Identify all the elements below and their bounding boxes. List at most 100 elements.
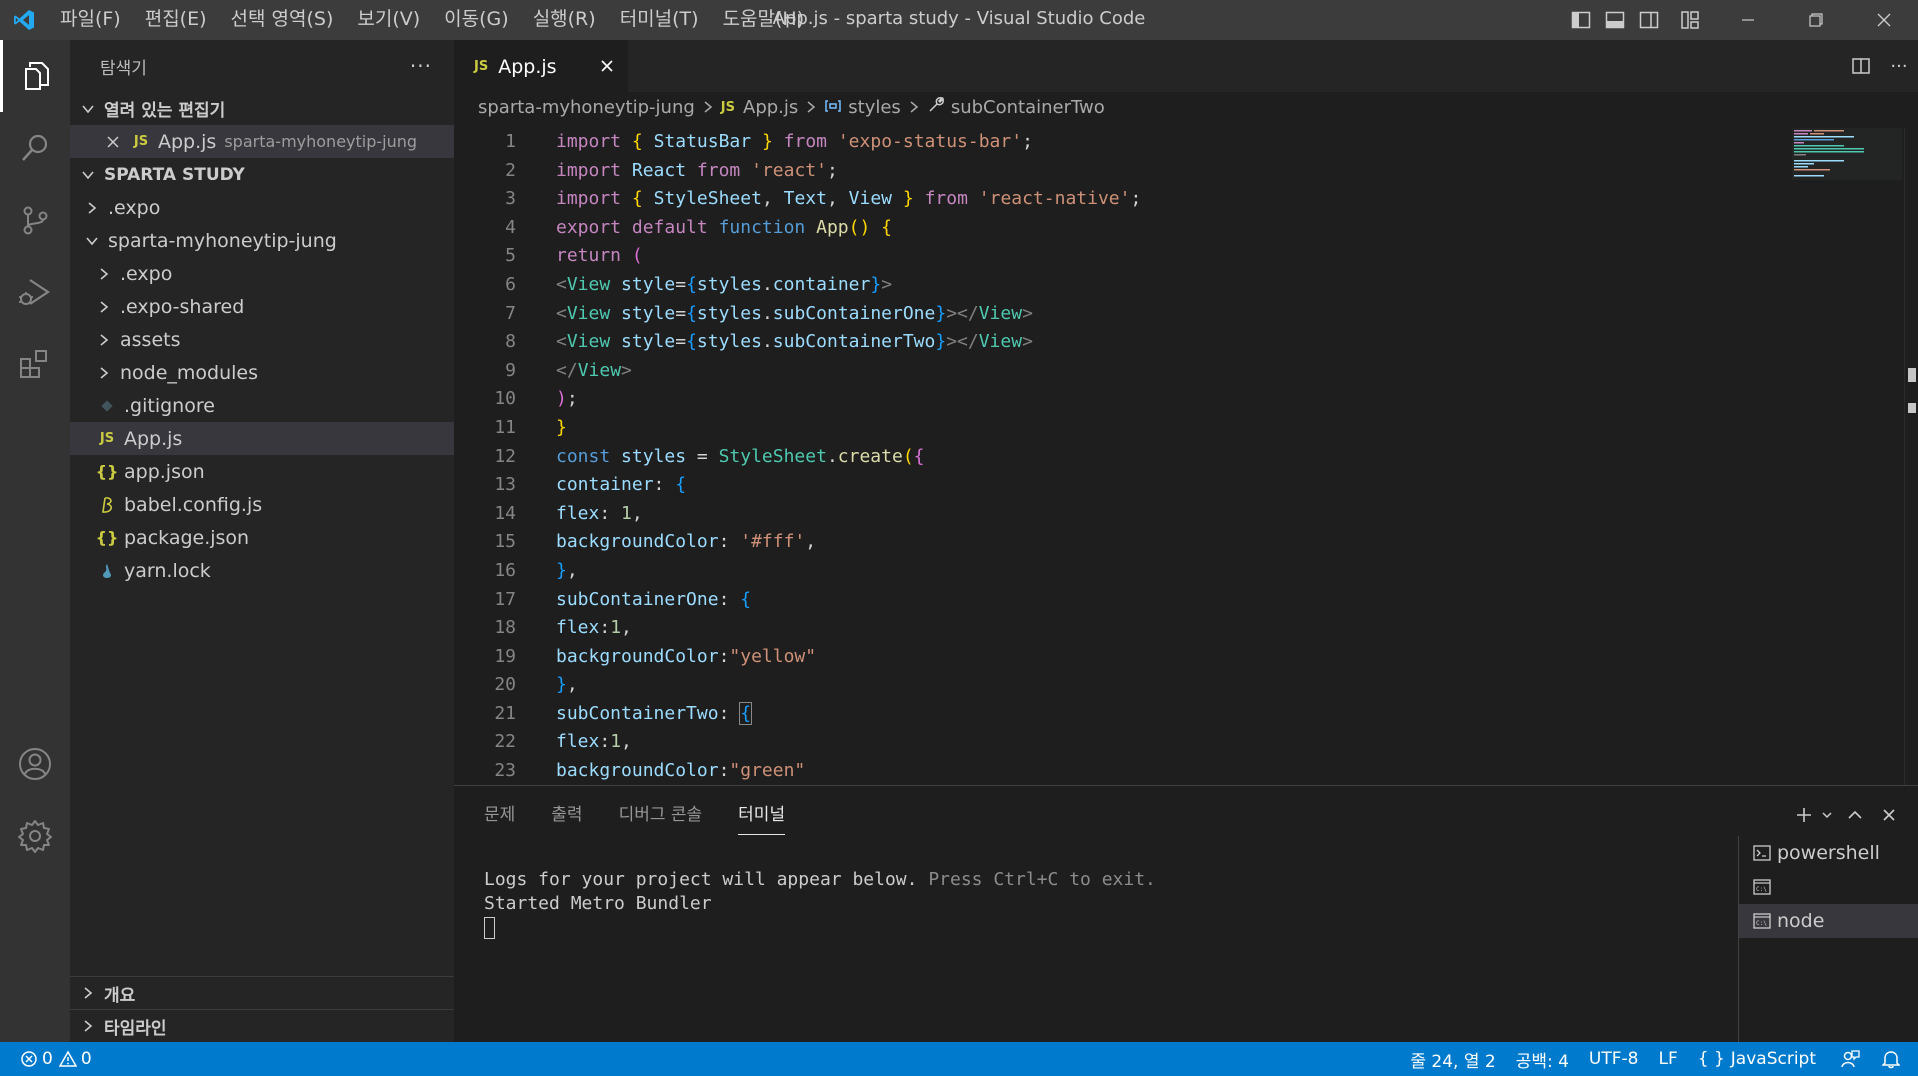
code-line: 3 import { StyleSheet, Text, View } from … — [454, 185, 1894, 214]
tree-item-assets[interactable]: assets — [70, 323, 454, 356]
editor-more-actions-icon[interactable]: ··· — [1880, 40, 1918, 92]
line-number: 21 — [494, 702, 516, 724]
tree-item-package-json[interactable]: {} package.json — [70, 521, 454, 554]
open-editor-item[interactable]: JS App.js sparta-myhoneytip-jung — [70, 125, 454, 158]
split-editor-icon[interactable] — [1842, 40, 1880, 92]
code-line: 13 container: { — [454, 471, 1894, 500]
tab-debug-console[interactable]: 디버그 콘솔 — [619, 795, 703, 835]
menu-run[interactable]: 실행(R) — [521, 0, 608, 40]
babel-file-icon — [96, 496, 118, 514]
tab-problems[interactable]: 문제 — [484, 795, 515, 835]
menu-view[interactable]: 보기(V) — [345, 0, 432, 40]
svg-text:C:\: C:\ — [1756, 920, 1767, 927]
terminal-item-node[interactable]: C:\ node — [1739, 904, 1918, 938]
status-bar: 0 0 줄 24, 열 2 공백: 4 UTF-8 LF { } JavaScr… — [0, 1042, 1918, 1076]
terminal-cursor — [484, 917, 495, 939]
indentation[interactable]: 공백: 4 — [1506, 1042, 1579, 1076]
accounts-icon[interactable] — [0, 728, 70, 800]
code-line: 16}, — [454, 557, 1894, 586]
tree-item-node-modules[interactable]: node_modules — [70, 356, 454, 389]
menu-help[interactable]: 도움말(H) — [711, 0, 817, 40]
close-icon[interactable] — [102, 135, 124, 149]
tree-item-yarn-lock[interactable]: yarn.lock — [70, 554, 454, 587]
panel-tabs: 문제 출력 디버그 콘솔 터미널 — [454, 786, 1918, 844]
tab-terminal[interactable]: 터미널 — [738, 795, 786, 835]
line-number: 20 — [494, 674, 516, 696]
line-number: 15 — [494, 531, 516, 553]
code-line: 7 <View style={styles.subContainerOne}></… — [454, 300, 1894, 329]
tree-item-expo[interactable]: .expo — [70, 257, 454, 290]
maximize-panel-icon[interactable] — [1838, 800, 1872, 830]
editor-tab-bar: JS App.js ··· — [454, 40, 1918, 92]
toggle-panel-icon[interactable] — [1598, 0, 1632, 40]
manage-gear-icon[interactable] — [0, 800, 70, 872]
line-number: 3 — [505, 188, 516, 210]
tab-output[interactable]: 출력 — [551, 795, 582, 835]
end-of-line[interactable]: LF — [1648, 1042, 1687, 1076]
close-panel-icon[interactable] — [1872, 800, 1906, 830]
breadcrumb-file[interactable]: App.js — [743, 97, 798, 118]
minimap[interactable] — [1792, 128, 1902, 180]
tree-item-project-folder[interactable]: sparta-myhoneytip-jung — [70, 224, 454, 257]
warning-icon — [58, 1050, 77, 1067]
notifications-bell-icon[interactable] — [1874, 1042, 1918, 1076]
menu-terminal[interactable]: 터미널(T) — [608, 0, 711, 40]
language-mode[interactable]: { } JavaScript — [1688, 1042, 1826, 1076]
menu-go[interactable]: 이동(G) — [432, 0, 521, 40]
editor-scrollbar[interactable] — [1904, 128, 1918, 788]
tree-item-expo-root[interactable]: .expo — [70, 191, 454, 224]
menu-edit[interactable]: 편집(E) — [133, 0, 219, 40]
breadcrumb-folder[interactable]: sparta-myhoneytip-jung — [478, 97, 695, 118]
tree-item-label: package.json — [124, 526, 250, 549]
toggle-secondary-sidebar-icon[interactable] — [1632, 0, 1666, 40]
breadcrumb-property[interactable]: subContainerTwo — [951, 97, 1105, 118]
open-editors-header[interactable]: 열려 있는 편집기 — [70, 92, 454, 125]
explorer-title: 탐색기 — [100, 58, 147, 79]
restore-icon[interactable] — [1782, 0, 1850, 40]
menu-file[interactable]: 파일(F) — [48, 0, 133, 40]
line-number: 17 — [494, 588, 516, 610]
code-editor[interactable]: 1 import { StatusBar } from 'expo-status-… — [454, 128, 1894, 786]
timeline-header[interactable]: 타임라인 — [70, 1009, 454, 1042]
extensions-icon[interactable] — [0, 328, 70, 400]
new-terminal-icon[interactable] — [1792, 800, 1816, 830]
feedback-icon[interactable] — [1826, 1042, 1874, 1076]
explorer-more-actions-button[interactable]: ··· — [410, 54, 432, 78]
close-window-icon[interactable] — [1850, 0, 1918, 40]
chevron-down-icon[interactable] — [1816, 800, 1838, 830]
tree-item-label: babel.config.js — [124, 493, 263, 516]
terminal-output[interactable]: Logs for your project will appear below.… — [484, 868, 1156, 940]
problems-status[interactable]: 0 0 — [0, 1042, 102, 1076]
tree-item-app-json[interactable]: {} app.json — [70, 455, 454, 488]
encoding[interactable]: UTF-8 — [1579, 1042, 1649, 1076]
cursor-position[interactable]: 줄 24, 열 2 — [1400, 1042, 1505, 1076]
breadcrumb-symbol[interactable]: styles — [848, 97, 901, 118]
customize-layout-icon[interactable] — [1666, 0, 1714, 40]
outline-header[interactable]: 개요 — [70, 976, 454, 1009]
terminal-hint: Press Ctrl+C to exit. — [917, 869, 1156, 890]
source-control-icon[interactable] — [0, 184, 70, 256]
terminal-item-cmd[interactable]: C:\ — [1739, 870, 1918, 904]
chevron-right-icon — [82, 201, 102, 215]
tab-app-js[interactable]: JS App.js — [454, 40, 628, 92]
tree-item-babel-config[interactable]: babel.config.js — [70, 488, 454, 521]
tree-item-expo-shared[interactable]: .expo-shared — [70, 290, 454, 323]
line-number: 14 — [494, 502, 516, 524]
minimize-icon[interactable] — [1714, 0, 1782, 40]
chevron-right-icon — [78, 1019, 98, 1033]
close-tab-icon[interactable] — [600, 56, 614, 78]
workspace-header[interactable]: SPARTA STUDY — [70, 158, 454, 191]
toggle-sidebar-icon[interactable] — [1564, 0, 1598, 40]
code-line: 15 backgroundColor: '#fff', — [454, 528, 1894, 557]
json-file-icon: {} — [95, 462, 119, 481]
code-line: 19 backgroundColor:"yellow" — [454, 643, 1894, 672]
tree-item-app-js[interactable]: JS App.js — [70, 422, 454, 455]
run-debug-icon[interactable] — [0, 256, 70, 328]
tree-item-gitignore[interactable]: .gitignore — [70, 389, 454, 422]
line-number: 10 — [494, 388, 516, 410]
menu-selection[interactable]: 선택 영역(S) — [219, 0, 346, 40]
code-line: 14 flex: 1, — [454, 500, 1894, 529]
terminal-item-powershell[interactable]: powershell — [1739, 836, 1918, 870]
search-icon[interactable] — [0, 112, 70, 184]
explorer-icon[interactable] — [0, 40, 70, 112]
